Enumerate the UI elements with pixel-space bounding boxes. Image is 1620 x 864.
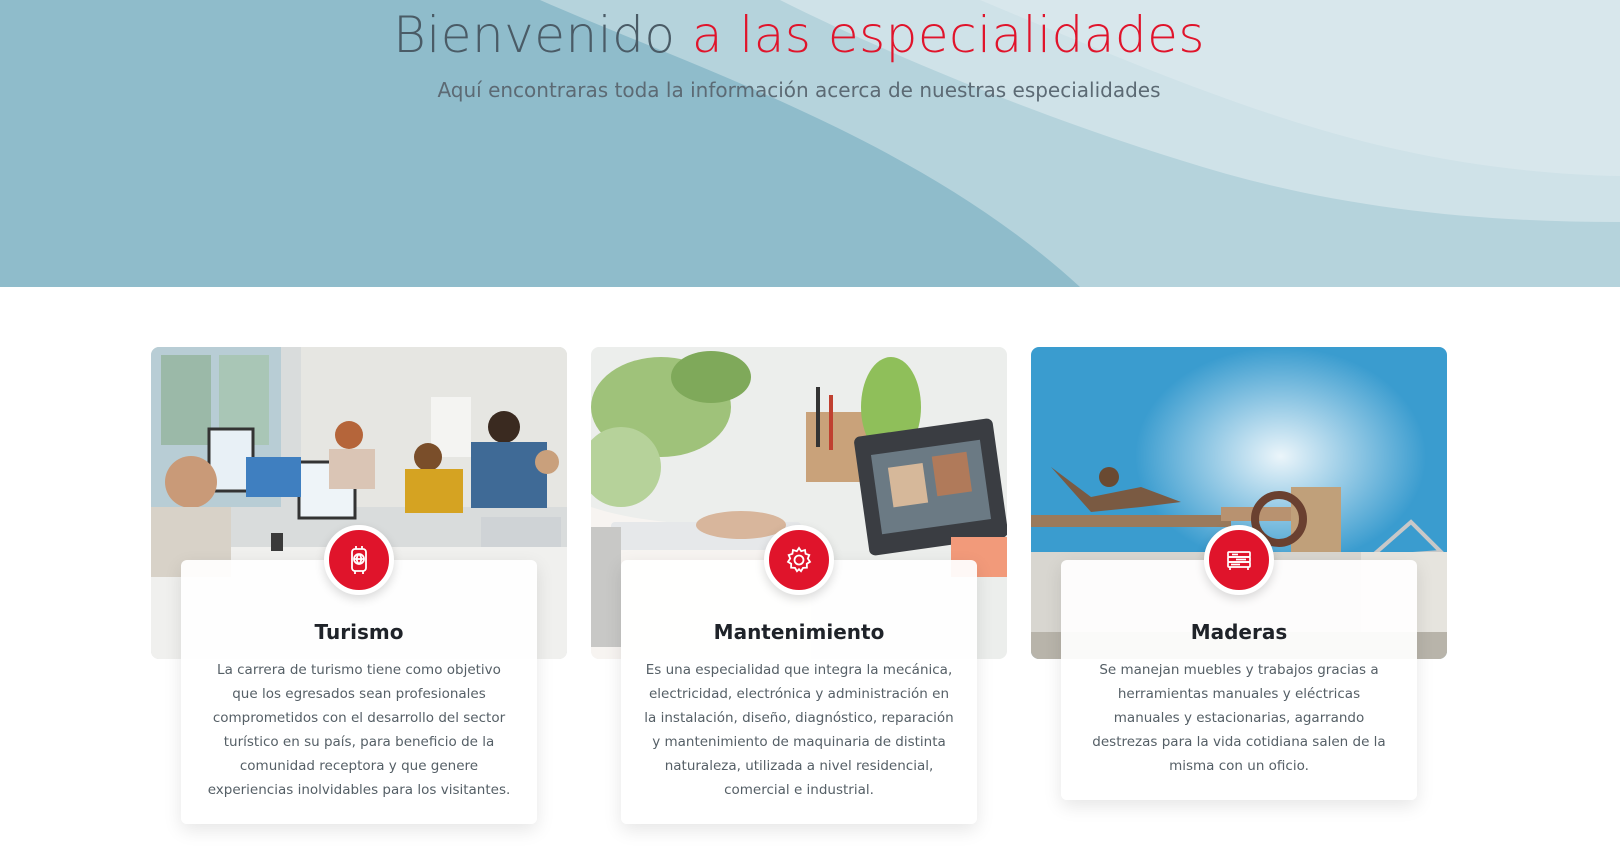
card-title: Turismo (314, 620, 404, 644)
gear-icon (764, 525, 834, 595)
card-description: Es una especialidad que integra la mecán… (644, 662, 954, 798)
card-title: Mantenimiento (713, 620, 885, 644)
specialty-card-turismo[interactable]: Turismo La carrera de turismo tiene como… (151, 347, 567, 824)
card-description: Se manejan muebles y trabajos gracias a … (1092, 662, 1386, 774)
globe-travel-icon (324, 525, 394, 595)
specialty-card-mantenimiento[interactable]: Mantenimiento Es una especialidad que in… (591, 347, 1007, 824)
hero-banner: Bienvenido a las especialidades Aquí enc… (0, 0, 1620, 287)
wood-planks-icon (1204, 525, 1274, 595)
page-title-part2: a las especialidades (691, 6, 1205, 64)
page-title-part1: Bienvenido (393, 6, 676, 64)
card-panel: Mantenimiento Es una especialidad que in… (621, 560, 977, 824)
page-title: Bienvenido a las especialidades (0, 6, 1598, 64)
specialty-card-maderas[interactable]: Maderas Se manejan muebles y trabajos gr… (1031, 347, 1447, 800)
page-subtitle: Aquí encontraras toda la información ace… (437, 78, 1161, 102)
card-panel: Maderas Se manejan muebles y trabajos gr… (1061, 560, 1417, 800)
card-panel: Turismo La carrera de turismo tiene como… (181, 560, 537, 824)
card-description: La carrera de turismo tiene como objetiv… (207, 662, 511, 798)
card-title: Maderas (1190, 620, 1288, 644)
